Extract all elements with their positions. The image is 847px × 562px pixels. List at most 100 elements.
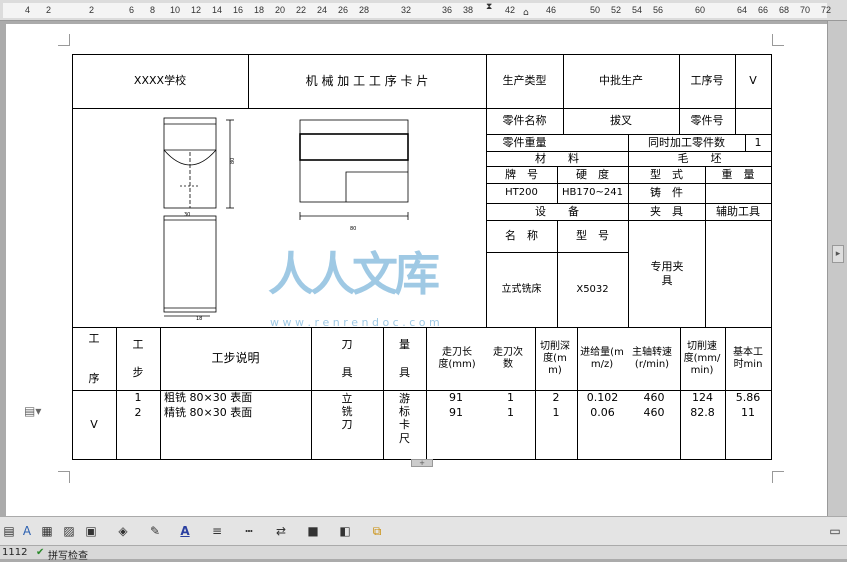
fixture-value: 专用夹具: [650, 260, 684, 287]
grade-value: HT200: [505, 187, 538, 198]
wordart-icon[interactable]: A: [18, 522, 36, 540]
production-type-value: 中批生产: [599, 74, 643, 88]
ruler-number: 24: [317, 5, 328, 15]
ruler-number: 6: [129, 5, 135, 15]
step-speed: 124: [692, 391, 713, 405]
step-number: 1: [134, 391, 142, 405]
header-depth: 切削深度(mm): [540, 340, 570, 376]
ruler-number: 64: [737, 5, 748, 15]
process-value: V: [90, 417, 98, 431]
simultaneous-label: 同时加工零件数: [648, 135, 725, 149]
ruler-number: 60: [695, 5, 706, 15]
step-feed: 0.06: [590, 406, 615, 420]
part-weight-label: 零件重量: [502, 135, 547, 149]
grade-label: 牌 号: [505, 167, 538, 181]
process-no-label: 工序号: [690, 74, 724, 88]
header-gauge: 量具: [399, 338, 410, 379]
horizontal-ruler[interactable]: 4 2 2 6 8 10 12 14 16 18 20 22 24 26 28 …: [0, 0, 847, 21]
step-spindle: 460: [643, 391, 665, 405]
header-passes: 走刀次数: [493, 346, 523, 370]
ruler-number: 36: [442, 5, 453, 15]
diagram-icon[interactable]: ▦: [38, 522, 56, 540]
production-type-label: 生产类型: [502, 74, 547, 88]
header-time: 基本工时min: [733, 346, 763, 370]
dash-style-icon[interactable]: ┅: [240, 522, 258, 540]
spell-check-icon: ✔: [36, 547, 45, 558]
card-title: 机 械 加 工 工 序 卡 片: [305, 73, 429, 88]
select-objects-icon[interactable]: ⧉: [368, 522, 386, 540]
crop-mark: [772, 471, 784, 483]
weight-label: 重 量: [721, 167, 755, 181]
material-label: 材 料: [535, 151, 579, 165]
crop-mark: [58, 34, 70, 46]
gauge-value: 游标卡尺: [399, 392, 410, 445]
header-feed: 进给量(mm/z): [580, 346, 624, 370]
step-speed: 82.8: [690, 406, 715, 420]
drawing-toolbar: ▤ A ▦ ▨ ▣ ◈ ✎ A ≡ ┅ ⇄ ■ ◧ ⧉ ▭: [0, 518, 847, 544]
fixture-label: 夹 具: [650, 204, 683, 218]
equipment-label: 设 备: [535, 204, 579, 218]
tab-stop-marker-icon[interactable]: ⌂: [523, 8, 529, 18]
arrow-style-icon[interactable]: ⇄: [272, 522, 290, 540]
step-depth: 2: [552, 391, 560, 405]
crop-mark: [58, 471, 70, 483]
ruler-number: 66: [758, 5, 769, 15]
3d-icon[interactable]: ◧: [336, 522, 354, 540]
shadow-icon[interactable]: ■: [304, 522, 322, 540]
type-value: 铸 件: [650, 186, 683, 200]
hardness-label: 硬 度: [576, 167, 609, 181]
clipart-icon[interactable]: ▨: [60, 522, 78, 540]
step-depth: 1: [552, 406, 560, 420]
font-color-icon[interactable]: A: [176, 522, 194, 540]
step-passes: 1: [507, 406, 514, 420]
equipment-model-value: X5032: [576, 283, 609, 295]
ruler-number: 26: [338, 5, 349, 15]
ruler-number: 54: [632, 5, 643, 15]
header-description: 工步说明: [211, 351, 260, 366]
ruler-number: 16: [233, 5, 244, 15]
ruler-number: 28: [359, 5, 370, 15]
part-no-label: 零件号: [690, 114, 724, 128]
line-style-icon[interactable]: ≡: [208, 522, 226, 540]
ruler-number: 10: [170, 5, 181, 15]
textbox-icon[interactable]: ▤: [0, 522, 18, 540]
ruler-number: 12: [191, 5, 202, 15]
line-color-icon[interactable]: ✎: [146, 522, 164, 540]
equipment-name-value: 立式铣床: [501, 283, 542, 295]
picture-icon[interactable]: ▣: [82, 522, 100, 540]
header-length: 走刀长度(mm): [438, 346, 476, 370]
ruler-number: 68: [779, 5, 790, 15]
step-spindle: 460: [643, 406, 665, 420]
fill-color-icon[interactable]: ◈: [114, 522, 132, 540]
type-label: 型 式: [650, 167, 683, 181]
document-options-icon[interactable]: ▤▾: [24, 404, 41, 418]
dimension-label: 80: [350, 226, 356, 232]
vertical-scrollbar[interactable]: ▸: [827, 21, 847, 516]
aux-tool-label: 辅助工具: [716, 204, 760, 218]
header-tool: 刀具: [341, 338, 353, 379]
ruler-number: 8: [150, 5, 156, 15]
dimension-label: 18: [196, 316, 202, 322]
expand-icon[interactable]: ▭: [826, 522, 844, 540]
header-speed: 切削速度(mm/min): [683, 340, 721, 376]
part-name-label: 零件名称: [502, 114, 547, 128]
indent-marker-icon[interactable]: ⧗: [486, 2, 492, 12]
ruler-number: 2: [89, 5, 95, 15]
header-spindle: 主轴转速(r/min): [632, 346, 672, 370]
header-process: 工序: [88, 331, 100, 386]
process-no-value: V: [749, 74, 757, 88]
header-step: 工步: [132, 338, 144, 379]
collapse-tab-icon[interactable]: ▸: [832, 245, 844, 263]
step-description: 精铣 80×30 表面: [164, 406, 253, 420]
school-name: XXXX学校: [133, 74, 187, 88]
crop-mark: [772, 34, 784, 46]
status-page-field: 1112: [2, 547, 28, 558]
ruler-number: 18: [254, 5, 265, 15]
equipment-model-label: 型 号: [576, 229, 609, 243]
spell-check-status[interactable]: 拼写检查: [48, 547, 88, 562]
ruler-number: 20: [275, 5, 286, 15]
watermark-url: w w w . r e n r e n d o c . c o m: [270, 316, 440, 329]
equipment-name-label: 名 称: [505, 229, 538, 243]
status-bar: 1112 ✔ 拼写检查: [0, 545, 847, 562]
page-break-handle-icon[interactable]: +: [411, 459, 433, 467]
